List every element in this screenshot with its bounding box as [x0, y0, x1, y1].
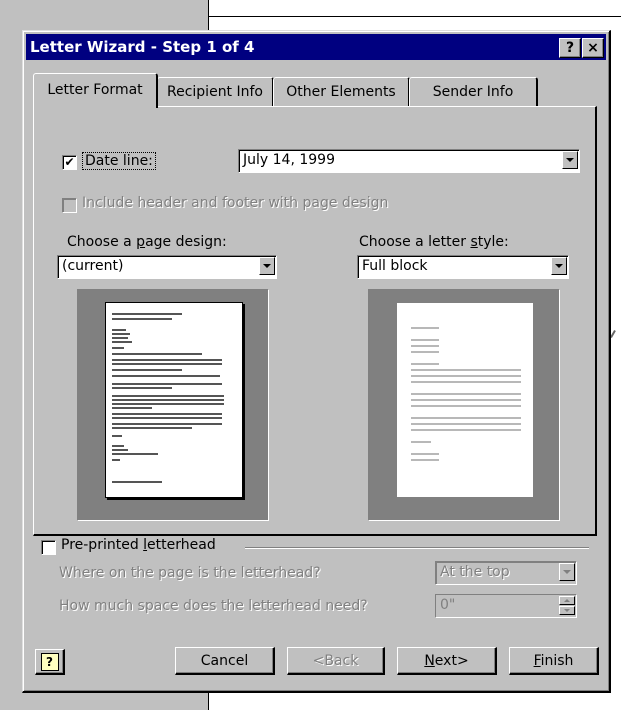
letterhead-position-label: Where on the page is the letterhead? [59, 565, 321, 581]
date-line-label[interactable]: Date line: [82, 152, 156, 170]
tab-sender-info[interactable]: Sender Info [409, 77, 538, 106]
letter-style-value: Full block [362, 258, 428, 274]
letter-style-page [396, 302, 534, 498]
tab-recipient-info[interactable]: Recipient Info [157, 77, 274, 106]
page-design-value: (current) [62, 258, 124, 274]
chevron-down-icon[interactable] [551, 257, 567, 275]
page-design-preview [77, 289, 269, 521]
letterhead-label[interactable]: Pre-printed letterhead [61, 537, 216, 553]
letterhead-checkbox[interactable] [41, 540, 56, 555]
cancel-button[interactable]: Cancel [175, 647, 275, 675]
letter-format-panel: ✔ Date line: July 14, 1999 Include heade… [33, 106, 597, 536]
chevron-down-icon[interactable] [259, 257, 275, 275]
header-footer-label: Include header and footer with page desi… [82, 195, 389, 211]
tab-letter-format[interactable]: Letter Format [33, 73, 158, 108]
finish-button[interactable]: Finish [509, 647, 599, 675]
spin-down-icon [559, 606, 575, 615]
tab-other-elements[interactable]: Other Elements [273, 77, 410, 106]
date-line-value: July 14, 1999 [243, 152, 335, 168]
letter-style-label: Choose a letter style: [359, 234, 509, 250]
chevron-down-icon[interactable] [562, 151, 578, 169]
spin-up-icon [559, 596, 575, 605]
title-bar[interactable]: Letter Wizard - Step 1 of 4 ? × [26, 34, 606, 60]
letter-style-preview [368, 289, 560, 521]
page-design-dropdown[interactable]: (current) [57, 255, 277, 279]
next-button[interactable]: Next> [397, 647, 497, 675]
tab-strip: Letter Format Recipient Info Other Eleme… [33, 73, 593, 108]
chevron-down-icon [559, 563, 575, 581]
letter-wizard-dialog: Letter Wizard - Step 1 of 4 ? × Letter F… [22, 30, 611, 693]
date-line-dropdown[interactable]: July 14, 1999 [238, 149, 580, 173]
back-button: <Back [287, 647, 385, 675]
letterhead-position-value: At the top [440, 564, 510, 580]
help-title-button[interactable]: ? [559, 38, 581, 58]
group-divider [245, 547, 589, 549]
letterhead-position-dropdown: At the top [435, 561, 577, 585]
header-footer-checkbox [62, 198, 77, 213]
letterhead-space-label: How much space does the letterhead need? [59, 598, 368, 614]
letter-preview-page [105, 302, 243, 498]
close-button[interactable]: × [582, 38, 604, 58]
letterhead-space-value: 0" [440, 597, 456, 613]
letter-style-dropdown[interactable]: Full block [357, 255, 569, 279]
page-design-label: Choose a page design: [67, 234, 227, 250]
help-icon: ? [40, 653, 59, 671]
window-title: Letter Wizard - Step 1 of 4 [30, 38, 255, 56]
background-window-edge [208, 16, 621, 17]
letterhead-space-spinner: 0" [435, 594, 577, 618]
date-line-checkbox[interactable]: ✔ [62, 155, 77, 170]
help-button[interactable]: ? [35, 649, 65, 675]
